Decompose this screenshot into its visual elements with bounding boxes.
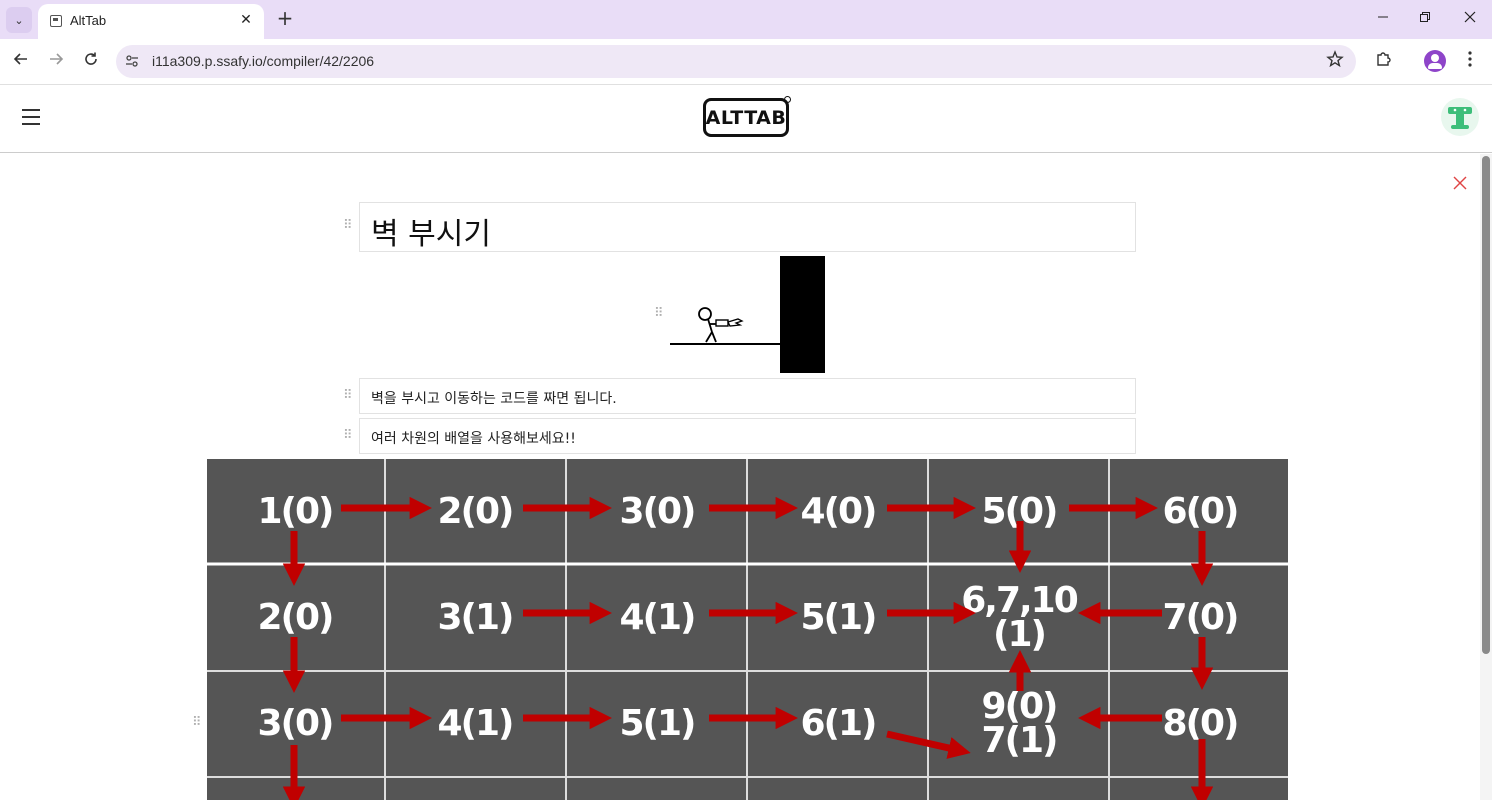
drag-handle-icon[interactable] bbox=[343, 430, 351, 442]
grid-cell-label: 8(0) bbox=[1162, 703, 1237, 744]
page-title: 벽 부시기 bbox=[371, 217, 491, 252]
grid-cell-label: 3(0) bbox=[619, 491, 694, 532]
tab-title: AltTab bbox=[70, 13, 107, 28]
grid-cell-label: 7(0) bbox=[1162, 597, 1237, 638]
grid-cell-label: 4(0) bbox=[800, 491, 875, 532]
hamburger-menu-icon[interactable] bbox=[22, 109, 40, 125]
window-close-icon[interactable] bbox=[1459, 8, 1481, 30]
grid-cell-label: 1(0) bbox=[257, 491, 332, 532]
text-line: 벽을 부시고 이동하는 코드를 짜면 됩니다. bbox=[371, 391, 617, 407]
grid-cell-label: 4(1) bbox=[437, 703, 512, 744]
tab-close-icon[interactable]: ✕ bbox=[236, 10, 256, 30]
app-header: ALTTAB bbox=[0, 85, 1492, 153]
alttab-logo[interactable]: ALTTAB bbox=[703, 96, 791, 137]
grid-cell-label: 2(0) bbox=[437, 491, 512, 532]
grid-cell-label: 6(1) bbox=[800, 703, 875, 744]
drag-handle-icon[interactable] bbox=[192, 717, 200, 729]
browser-toolbar: i11a309.p.ssafy.io/compiler/42/2206 bbox=[0, 39, 1492, 85]
grid-cell-label: 3(0) bbox=[257, 703, 332, 744]
extensions-puzzle-icon[interactable] bbox=[1371, 49, 1397, 75]
browser-tab[interactable]: AltTab ✕ bbox=[38, 4, 264, 39]
drag-handle-icon[interactable] bbox=[343, 390, 351, 402]
browser-menu-kebab-icon[interactable] bbox=[1457, 49, 1483, 75]
grid-cell-label: 2(0) bbox=[257, 597, 332, 638]
grid-cell-label: (1) bbox=[993, 614, 1045, 655]
editor-main: 벽 부시기 벽을 부시고 이동하는 코드를 짜면 됩니다. 여러 차원의 배열을… bbox=[0, 154, 1492, 804]
grid-cell-label: 7(1) bbox=[981, 720, 1056, 761]
title-block[interactable]: 벽 부시기 bbox=[359, 202, 1136, 252]
profile-avatar-icon[interactable] bbox=[1424, 50, 1446, 72]
grid-cell-label: 5(1) bbox=[800, 597, 875, 638]
reload-icon[interactable] bbox=[78, 49, 104, 75]
grid-cell-label: 5(1) bbox=[619, 703, 694, 744]
scrollbar[interactable] bbox=[1480, 154, 1492, 800]
text-block[interactable]: 여러 차원의 배열을 사용해보세요!! bbox=[359, 418, 1136, 454]
site-info-icon[interactable] bbox=[124, 53, 140, 69]
minimize-icon[interactable] bbox=[1372, 8, 1394, 30]
drag-handle-icon[interactable] bbox=[654, 308, 662, 320]
drag-handle-icon[interactable] bbox=[343, 220, 351, 232]
forward-arrow-icon[interactable] bbox=[43, 49, 69, 75]
tab-search-chevron-icon[interactable]: ⌄ bbox=[6, 7, 32, 33]
stick-figure-wall-image bbox=[668, 256, 828, 374]
text-block[interactable]: 벽을 부시고 이동하는 코드를 짜면 됩니다. bbox=[359, 378, 1136, 414]
close-icon[interactable] bbox=[1452, 176, 1468, 192]
new-tab-button[interactable]: + bbox=[274, 8, 296, 30]
bfs-grid-image: 1(0) 2(0) 3(0) 4(0) 5(0) 6(0) 2(0) 3(1) 4(1) 5(1)… bbox=[207, 459, 1288, 804]
tab-favicon-icon bbox=[50, 15, 62, 27]
user-avatar[interactable] bbox=[1441, 98, 1479, 136]
back-arrow-icon[interactable] bbox=[8, 49, 34, 75]
grid-cell-label: 4(1) bbox=[619, 597, 694, 638]
text-line: 여러 차원의 배열을 사용해보세요!! bbox=[371, 431, 576, 447]
restore-icon[interactable] bbox=[1414, 8, 1436, 30]
grid-cell-label: 6(0) bbox=[1162, 491, 1237, 532]
scrollbar-thumb[interactable] bbox=[1482, 156, 1490, 654]
browser-tab-strip: ⌄ AltTab ✕ + bbox=[0, 0, 1492, 39]
url-text[interactable]: i11a309.p.ssafy.io/compiler/42/2206 bbox=[152, 53, 374, 69]
grid-cell-label: 3(1) bbox=[437, 597, 512, 638]
bookmark-star-icon[interactable] bbox=[1326, 50, 1344, 73]
address-bar[interactable]: i11a309.p.ssafy.io/compiler/42/2206 bbox=[116, 45, 1356, 78]
bfs-grid-svg: 1(0) 2(0) 3(0) 4(0) 5(0) 6(0)2(0) 3(1) 4(1) 5(1)… bbox=[207, 459, 1288, 804]
